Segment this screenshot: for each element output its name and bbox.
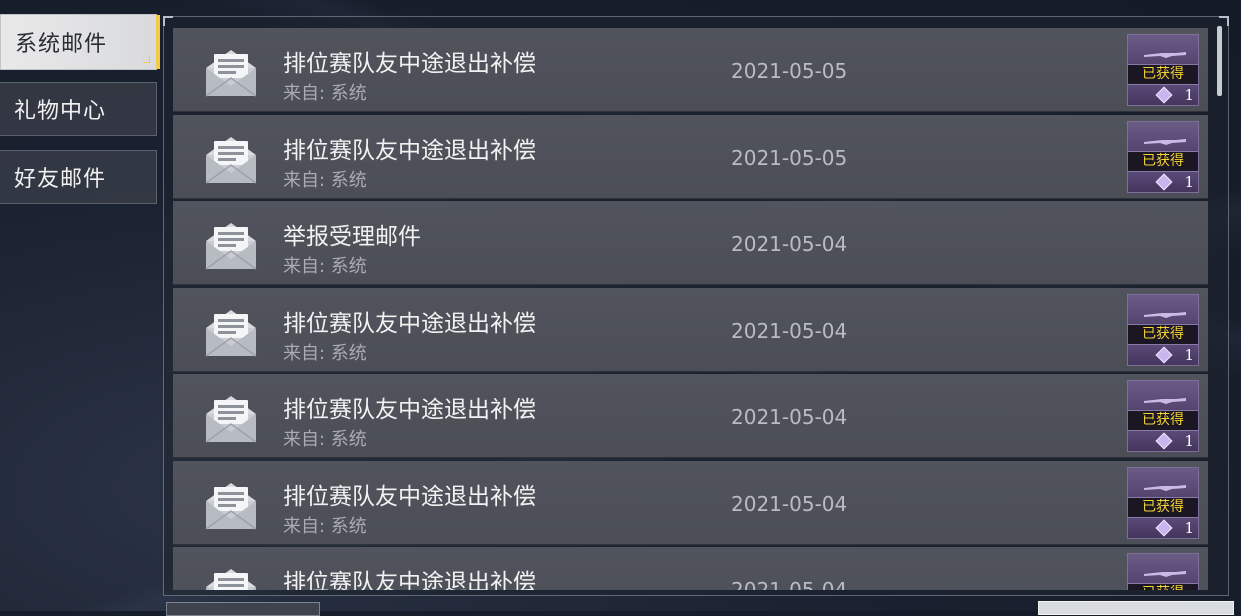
diamond-icon: [1155, 432, 1173, 450]
gun-icon: [1144, 311, 1186, 318]
envelope-icon: [205, 136, 257, 184]
gun-icon: [1144, 52, 1186, 58]
tab-friend-mail[interactable]: 好友邮件: [0, 150, 157, 204]
mail-date: 2021-05-04: [731, 491, 848, 516]
reward-status: 已获得: [1128, 583, 1198, 590]
mail-sender: 来自: 系统: [283, 342, 367, 364]
mail-sender: 来自: 系统: [283, 83, 367, 104]
reward-quantity: 1: [1184, 432, 1194, 450]
mail-sender: 来自: 系统: [283, 429, 367, 450]
envelope-icon: [205, 482, 257, 530]
mail-sender: 来自: 系统: [283, 169, 367, 191]
mail-title: 举报受理邮件: [283, 224, 421, 250]
mail-list[interactable]: 排位赛队友中途退出补偿 来自: 系统 2021-05-05 已获得 1 排位赛队…: [173, 28, 1208, 590]
mail-date: 2021-05-04: [731, 318, 848, 343]
tab-label: 礼物中心: [14, 99, 107, 124]
bottom-right-button[interactable]: [1038, 601, 1234, 615]
tab-system-mail[interactable]: 系统邮件: [0, 14, 160, 70]
reward-footer: 1: [1128, 431, 1198, 451]
mail-title: 排位赛队友中途退出补偿: [283, 570, 536, 590]
mail-row[interactable]: 排位赛队友中途退出补偿 来自: 系统 2021-05-04 已获得 1: [173, 460, 1208, 545]
reward-status: 已获得: [1128, 64, 1198, 85]
envelope-icon: [205, 396, 257, 443]
reward-quantity: 1: [1184, 86, 1194, 104]
diamond-icon: [1155, 346, 1173, 363]
gun-icon: [1144, 138, 1186, 145]
reward-footer: 1: [1128, 517, 1198, 538]
tab-label: 好友邮件: [14, 167, 107, 192]
mail-date: 2021-05-05: [731, 59, 848, 83]
reward-item[interactable]: 已获得 1: [1127, 120, 1199, 193]
mail-title: 排位赛队友中途退出补偿: [283, 483, 536, 510]
diamond-icon: [1155, 519, 1173, 536]
reward-footer: 1: [1128, 85, 1198, 105]
reward-item[interactable]: 已获得 1: [1127, 553, 1199, 590]
envelope-icon: [205, 223, 257, 270]
reward-quantity: 1: [1184, 345, 1194, 364]
reward-item[interactable]: 已获得 1: [1127, 380, 1199, 452]
gun-icon: [1144, 484, 1186, 491]
reward-quantity: 1: [1184, 172, 1194, 191]
gun-icon: [1144, 571, 1186, 577]
mail-date: 2021-05-04: [731, 405, 848, 429]
reward-item[interactable]: 已获得 1: [1127, 34, 1199, 106]
frame-corner: [163, 16, 173, 26]
mail-sender: 来自: 系统: [283, 515, 367, 537]
diamond-icon: [1155, 86, 1173, 104]
mail-date: 2021-05-05: [731, 145, 848, 170]
frame-corner: [1219, 16, 1229, 26]
reward-status: 已获得: [1128, 410, 1198, 431]
reward-status: 已获得: [1128, 150, 1198, 172]
mail-row[interactable]: 排位赛队友中途退出补偿 来自: 系统 2021-05-04 已获得 1: [173, 287, 1208, 372]
active-corner-marker: [143, 56, 150, 63]
envelope-icon: [206, 569, 256, 590]
mail-row[interactable]: 排位赛队友中途退出补偿 来自: 系统 2021-05-05 已获得 1: [173, 114, 1208, 199]
mail-date: 2021-05-04: [731, 232, 848, 256]
reward-item[interactable]: 已获得 1: [1127, 293, 1199, 366]
reward-status: 已获得: [1128, 323, 1198, 345]
tab-label: 系统邮件: [15, 32, 108, 57]
reward-footer: 1: [1128, 171, 1198, 192]
reward-status: 已获得: [1128, 496, 1198, 518]
mail-title: 排位赛队友中途退出补偿: [283, 137, 536, 164]
mail-row[interactable]: 排位赛队友中途退出补偿 来自: 系统 2021-05-05 已获得 1: [173, 28, 1208, 112]
mail-title: 排位赛队友中途退出补偿: [283, 51, 536, 77]
mail-row[interactable]: 举报受理邮件 来自: 系统 2021-05-04: [173, 201, 1208, 285]
scrollbar-thumb[interactable]: [1217, 26, 1222, 96]
mail-date: 2021-05-04: [731, 578, 848, 590]
mail-title: 排位赛队友中途退出补偿: [283, 397, 536, 423]
envelope-icon: [205, 309, 257, 357]
reward-item[interactable]: 已获得 1: [1127, 466, 1199, 539]
diamond-icon: [1155, 173, 1173, 190]
mail-row[interactable]: 排位赛队友中途退出补偿 来自: 系统 2021-05-04 已获得 1: [173, 374, 1208, 458]
gun-icon: [1144, 398, 1186, 404]
envelope-icon: [205, 50, 257, 97]
reward-footer: 1: [1128, 344, 1198, 365]
reward-quantity: 1: [1184, 518, 1194, 537]
mail-title: 排位赛队友中途退出补偿: [283, 310, 536, 337]
tab-gift-center[interactable]: 礼物中心: [0, 82, 157, 136]
bottom-left-button[interactable]: [166, 602, 320, 616]
mail-sender: 来自: 系统: [283, 256, 367, 277]
mail-row[interactable]: 排位赛队友中途退出补偿 来自: 系统 2021-05-04 已获得 1: [173, 547, 1208, 590]
